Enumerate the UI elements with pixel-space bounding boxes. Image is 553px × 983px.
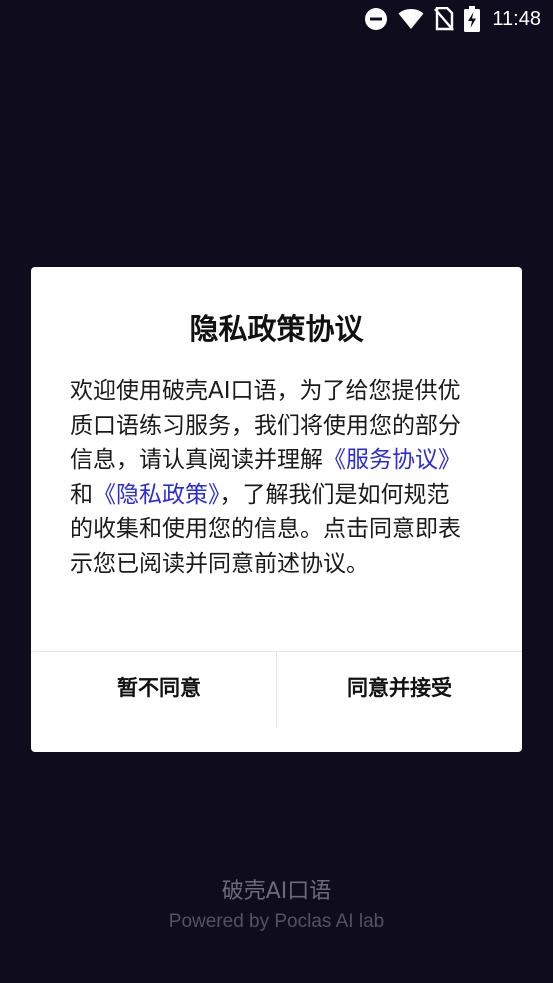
accept-button[interactable]: 同意并接受 bbox=[277, 652, 522, 722]
status-bar: 11:48 bbox=[0, 0, 553, 38]
app-name: 破壳AI口语 bbox=[221, 879, 332, 904]
privacy-policy-link[interactable]: 《隐私政策》 bbox=[93, 482, 220, 508]
privacy-dialog: 隐私政策协议 欢迎使用破壳AI口语，为了给您提供优质口语练习服务，我们将使用您的… bbox=[31, 267, 522, 752]
battery-charging-icon bbox=[464, 6, 481, 32]
do-not-disturb-icon bbox=[364, 7, 388, 31]
service-agreement-link[interactable]: 《服务协议》 bbox=[323, 447, 461, 473]
dialog-title: 隐私政策协议 bbox=[189, 312, 364, 346]
no-sim-icon bbox=[434, 7, 455, 31]
powered-by-text: Powered by Poclas AI lab bbox=[168, 911, 385, 932]
wifi-icon bbox=[398, 8, 424, 30]
status-time: 11:48 bbox=[492, 7, 541, 30]
decline-button[interactable]: 暂不同意 bbox=[31, 652, 287, 722]
body-text-and: 和 bbox=[70, 481, 93, 508]
dialog-body: 欢迎使用破壳AI口语，为了给您提供优质口语练习服务，我们将使用您的部分信息，请认… bbox=[70, 374, 470, 581]
